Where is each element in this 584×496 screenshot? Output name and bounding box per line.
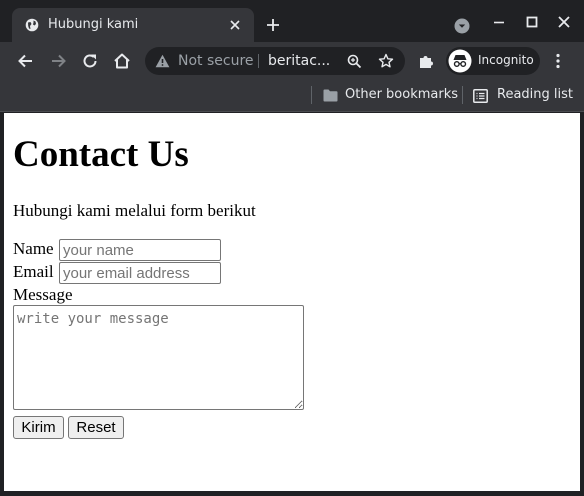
reset-button[interactable]: Reset	[68, 416, 124, 439]
profile-label: Incognito	[478, 53, 534, 67]
incognito-icon	[448, 49, 472, 73]
bookmarks-bar: Other bookmarks Reading list	[0, 80, 584, 112]
minimize-icon[interactable]	[491, 14, 507, 30]
warning-icon[interactable]	[155, 54, 170, 68]
email-label: Email	[13, 262, 54, 281]
tab-title: Hubungi kami	[48, 17, 139, 32]
star-icon[interactable]	[378, 53, 394, 69]
tab-strip: Hubungi kami	[0, 0, 584, 42]
email-input[interactable]	[59, 262, 221, 284]
puzzle-icon[interactable]	[416, 51, 436, 71]
url-text[interactable]: beritac...	[268, 53, 330, 69]
bookmarks-separator	[311, 86, 312, 104]
other-bookmarks-label: Other bookmarks	[345, 87, 459, 102]
web-page: Contact Us Hubungi kami melalui form ber…	[4, 113, 580, 491]
bookmarks-separator	[462, 86, 463, 104]
name-input[interactable]	[59, 239, 221, 261]
browser-window: Hubungi kami Not secure beritac... Incog…	[0, 0, 584, 496]
chevron-down-icon[interactable]	[454, 18, 470, 34]
maximize-icon[interactable]	[524, 14, 540, 30]
page-description: Hubungi kami melalui form berikut	[13, 201, 256, 220]
window-frame-right	[580, 112, 584, 496]
reading-list-icon	[473, 89, 488, 103]
security-status[interactable]: Not secure	[178, 53, 254, 69]
kebab-menu-icon[interactable]	[548, 51, 568, 71]
reading-list-button[interactable]: Reading list	[473, 86, 573, 106]
arrow-left-icon[interactable]	[16, 51, 36, 71]
submit-button[interactable]: Kirim	[13, 416, 64, 439]
address-bar[interactable]: Not secure beritac...	[145, 47, 405, 75]
reading-list-label: Reading list	[497, 87, 573, 102]
folder-icon	[323, 89, 338, 102]
home-icon[interactable]	[112, 51, 132, 71]
window-frame-bottom	[0, 491, 584, 496]
message-textarea[interactable]	[13, 305, 304, 410]
browser-toolbar: Not secure beritac... Incognito	[0, 42, 584, 80]
other-bookmarks-button[interactable]: Other bookmarks	[321, 86, 459, 106]
globe-icon	[25, 18, 39, 32]
window-close-icon[interactable]	[556, 14, 572, 30]
tab-hubungi-kami[interactable]: Hubungi kami	[12, 8, 254, 42]
zoom-icon[interactable]	[347, 54, 362, 69]
page-title: Contact Us	[13, 134, 189, 175]
arrow-right-icon[interactable]	[48, 51, 68, 71]
message-label: Message	[13, 285, 73, 304]
name-label: Name	[13, 239, 54, 258]
plus-icon[interactable]	[266, 18, 280, 32]
incognito-profile-button[interactable]: Incognito	[446, 47, 540, 75]
omnibox-separator	[258, 54, 259, 68]
reload-icon[interactable]	[80, 51, 100, 71]
close-icon[interactable]	[228, 18, 242, 32]
